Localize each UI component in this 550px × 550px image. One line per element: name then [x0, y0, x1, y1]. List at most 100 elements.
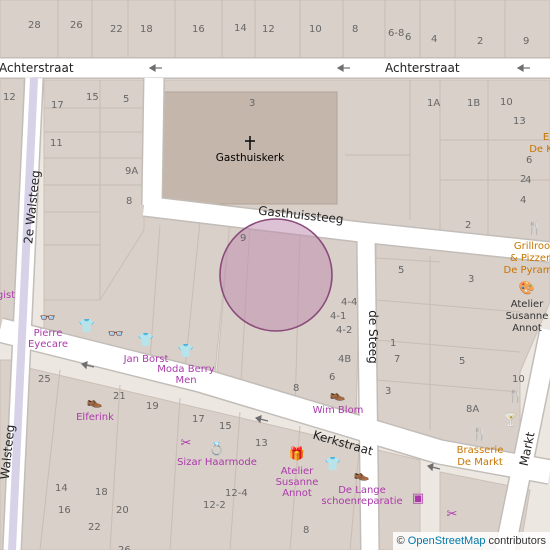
house-number: 25	[38, 374, 51, 385]
glasses-icon: 👓	[107, 327, 125, 342]
poi-atelier-north-line1[interactable]: Atelier	[511, 299, 544, 310]
poi-wim-blom[interactable]: Wim Blom	[313, 405, 364, 416]
house-number: 14	[55, 483, 68, 494]
house-number: 18	[140, 24, 153, 35]
poi-pierre-eyecare-line2[interactable]: Eyecare	[28, 339, 68, 350]
shoe-icon: 👞	[353, 467, 371, 482]
house-number: 6	[329, 372, 336, 383]
house-number: 10	[309, 24, 322, 35]
attribution-suffix: contributors	[488, 535, 546, 547]
house-number: 1	[390, 338, 397, 349]
poi-atelier-north-line3[interactable]: Annot	[512, 323, 542, 334]
house-number: 26	[118, 545, 131, 550]
location-highlight-circle	[219, 218, 333, 332]
house-number: 22	[110, 24, 123, 35]
house-number: 12	[3, 92, 16, 103]
osm-link[interactable]: OpenStreetMap	[408, 535, 486, 547]
shop-icon: ▣	[411, 491, 425, 506]
gift-icon: 🎁	[288, 447, 306, 462]
house-number: 16	[192, 24, 205, 35]
house-number: 9A	[125, 166, 139, 177]
poi-atelier-south-line3[interactable]: Annot	[282, 488, 312, 499]
hairdresser-icon: ✂	[446, 507, 458, 522]
house-number: 4	[431, 34, 438, 45]
poi-sizar-haarmode[interactable]: Sizar Haarmode	[177, 457, 257, 468]
glasses-icon: 👓	[39, 311, 57, 326]
house-number: 18	[95, 487, 108, 498]
street-achterstraat-east: Achterstraat	[385, 61, 460, 75]
house-number: 9	[240, 233, 247, 244]
poi-grillroom-line3[interactable]: De Pyram	[504, 265, 550, 276]
house-number: 6-8	[388, 28, 405, 39]
shirt-icon: 👕	[137, 333, 155, 348]
house-number: 12	[262, 24, 275, 35]
house-number: 22	[88, 522, 101, 533]
poi-pierre-eyecare-line1[interactable]: Pierre	[34, 328, 63, 339]
house-number: 20	[116, 505, 129, 516]
house-number: 5	[123, 94, 130, 105]
house-number: 7	[394, 354, 401, 365]
map-view[interactable]: Achterstraat Achterstraat Gasthuissteeg …	[0, 0, 550, 550]
house-number: 4-1	[330, 311, 347, 322]
house-number: 28	[28, 20, 41, 31]
poi-moda-berry-line2[interactable]: Men	[175, 375, 196, 386]
poi-brasserie-line1[interactable]: Brasserie	[457, 445, 504, 456]
house-number: 4B	[338, 354, 352, 365]
poi-edge-east-line1[interactable]: E	[543, 132, 549, 143]
map-attribution: © OpenStreetMap contributors	[392, 532, 550, 550]
poi-moda-berry-line1[interactable]: Moda Berry	[157, 364, 214, 375]
poi-grillroom-line1[interactable]: Grillroo	[514, 241, 550, 252]
house-number: 19	[146, 401, 159, 412]
shirt-icon: 👕	[324, 457, 342, 472]
house-number: 6	[526, 155, 533, 166]
house-number: 16	[58, 505, 71, 516]
bar-icon: 🍸	[502, 413, 520, 428]
poi-edge-east-line2[interactable]: De K	[529, 144, 550, 155]
house-number: 10	[512, 374, 525, 385]
poi-edge-west[interactable]: gist	[0, 290, 15, 301]
poi-de-lange-line2[interactable]: schoenreparatie	[321, 496, 402, 507]
house-number: 6	[405, 32, 412, 43]
house-number: 2	[520, 174, 527, 185]
house-number: 17	[192, 414, 205, 425]
jewelry-icon: 💍	[208, 442, 226, 457]
house-number: 12-2	[203, 500, 226, 511]
poi-atelier-south-line1[interactable]: Atelier	[281, 466, 314, 477]
house-number: 1B	[467, 98, 481, 109]
restaurant-icon: 🍴	[526, 221, 544, 236]
house-number: 10	[500, 97, 513, 108]
house-number: 15	[219, 421, 232, 432]
house-number: 12-4	[225, 488, 248, 499]
street-achterstraat-west: Achterstraat	[0, 61, 74, 75]
house-number: 8A	[466, 404, 480, 415]
poi-atelier-north-line2[interactable]: Susanne	[506, 311, 549, 322]
house-number: 21	[113, 391, 126, 402]
house-number: 1A	[427, 98, 441, 109]
hairdresser-icon: ✂	[180, 436, 192, 451]
house-number: 8	[303, 525, 310, 536]
shoe-icon: 👞	[329, 387, 347, 402]
poi-gasthuiskerk[interactable]: Gasthuiskerk	[216, 153, 284, 164]
poi-brasserie-line2[interactable]: De Markt	[457, 457, 503, 468]
house-number: 4-4	[341, 297, 358, 308]
poi-de-lange-line1[interactable]: De Lange	[338, 485, 386, 496]
shoe-icon: 👞	[86, 394, 104, 409]
house-number: 4-2	[336, 325, 353, 336]
house-number: 13	[255, 438, 268, 449]
house-number: 3	[249, 98, 256, 109]
shirt-icon: 👕	[78, 319, 96, 334]
house-number: 9	[523, 36, 530, 47]
house-number: 8	[293, 383, 300, 394]
palette-icon: 🎨	[518, 281, 536, 296]
poi-atelier-south-line2[interactable]: Susanne	[276, 477, 319, 488]
house-number: 13	[513, 116, 526, 127]
poi-grillroom-line2[interactable]: & Pizzer	[510, 253, 550, 264]
house-number: 15	[86, 92, 99, 103]
poi-elferink[interactable]: Elferink	[76, 412, 114, 423]
house-number: 26	[70, 20, 83, 31]
house-number: 4	[520, 195, 527, 206]
house-number: 5	[459, 356, 466, 367]
house-number: 14	[234, 23, 247, 34]
copyright-symbol: ©	[396, 535, 405, 547]
house-number: 5	[398, 265, 405, 276]
